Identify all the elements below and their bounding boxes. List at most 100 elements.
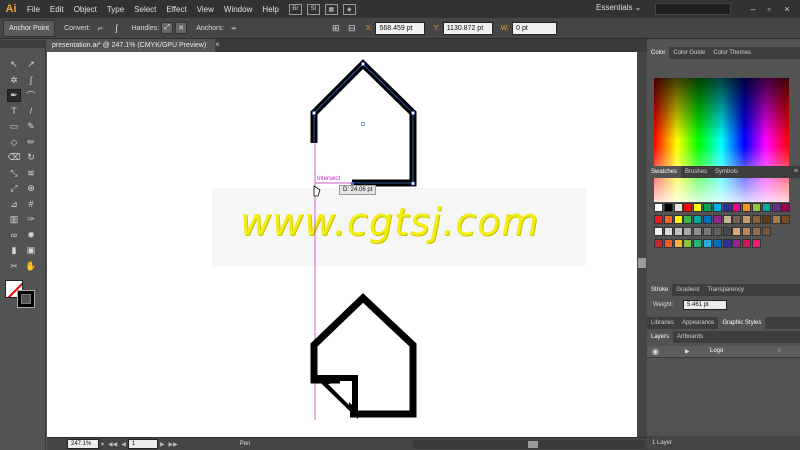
swatch[interactable] [683, 203, 693, 212]
swatch[interactable] [771, 215, 781, 224]
swatch[interactable] [673, 227, 683, 236]
swatch[interactable] [663, 227, 673, 236]
artboard-field[interactable]: 1 [127, 439, 158, 449]
weight-field[interactable]: 5.461 pt [683, 300, 727, 310]
swatch[interactable] [761, 203, 771, 212]
swatch[interactable] [712, 227, 722, 236]
swatch[interactable] [663, 215, 673, 224]
swatch[interactable] [654, 239, 663, 248]
swatch[interactable] [761, 227, 771, 236]
swatch[interactable] [761, 215, 771, 224]
swatch[interactable] [722, 239, 732, 248]
first-artboard-icon[interactable]: ◀◀ [108, 441, 117, 448]
tab-graphic-styles[interactable]: Graphic Styles [718, 317, 766, 329]
fold-inner [328, 384, 349, 405]
next-artboard-icon[interactable]: ▶ [160, 441, 165, 448]
status-tool: Pen [239, 441, 251, 447]
swatch[interactable] [752, 203, 761, 212]
swatch[interactable] [712, 239, 722, 248]
swatch[interactable] [673, 239, 683, 248]
swatch[interactable] [742, 215, 752, 224]
tab-artboards[interactable]: Artboards [673, 331, 707, 343]
tab-libraries[interactable]: Libraries [647, 317, 678, 329]
house-outline-bottom [310, 293, 417, 418]
libraries-panel-tabs: Libraries Appearance Graphic Styles [647, 317, 800, 329]
anchor-point [411, 111, 415, 115]
tab-stroke[interactable]: Stroke [647, 284, 673, 296]
swatch[interactable] [654, 203, 663, 212]
swatch[interactable] [732, 215, 742, 224]
tab-color-themes[interactable]: Color Themes [709, 47, 755, 59]
tab-layers[interactable]: Layers [647, 331, 674, 343]
tab-color-guide[interactable]: Color Guide [669, 47, 709, 59]
swatch[interactable] [712, 203, 722, 212]
swatch[interactable] [722, 203, 732, 212]
color-panel-tabs: Color Color Guide Color Themes [647, 47, 800, 59]
swatch[interactable] [654, 215, 663, 224]
swatch[interactable] [693, 239, 703, 248]
swatch[interactable] [683, 227, 693, 236]
swatch[interactable] [742, 203, 752, 212]
tab-transparency[interactable]: Transparency [703, 284, 747, 296]
swatch[interactable] [683, 215, 693, 224]
selected-path-highlight [313, 63, 414, 184]
tab-color[interactable]: Color [647, 47, 670, 59]
color-spectrum[interactable] [654, 78, 789, 202]
swatch[interactable] [722, 227, 732, 236]
swatch[interactable] [703, 215, 712, 224]
layers-panel-tabs: Layers Artboards [647, 331, 800, 343]
swatch[interactable] [693, 227, 703, 236]
swatch[interactable] [663, 239, 673, 248]
swatch[interactable] [663, 203, 673, 212]
layer-name[interactable]: Logo [710, 348, 723, 354]
zoom-dropdown-icon[interactable]: ▾ [101, 441, 104, 448]
swatch[interactable] [781, 215, 791, 224]
swatch[interactable] [703, 239, 712, 248]
house-outline-top [310, 59, 417, 187]
panel-menu-icon[interactable]: ≡ [794, 168, 798, 175]
swatches-panel-tabs: Swatches Brushes Symbols ≡ [647, 166, 800, 178]
swatch[interactable] [712, 215, 722, 224]
tab-swatches[interactable]: Swatches [647, 166, 682, 178]
swatch[interactable] [693, 203, 703, 212]
horizontal-scrollbar[interactable] [413, 440, 645, 449]
tab-brushes[interactable]: Brushes [681, 166, 711, 178]
swatch[interactable] [693, 215, 703, 224]
last-artboard-icon[interactable]: ▶▶ [169, 441, 178, 448]
expand-layer-icon[interactable]: ▶ [685, 348, 690, 355]
layer-target-icon[interactable]: ○ [777, 347, 781, 354]
status-bar: 247.1% ▾ ◀◀ ◀ 1 ▶ ▶▶ Pen [47, 437, 647, 450]
swatch[interactable] [673, 215, 683, 224]
swatch[interactable] [703, 203, 712, 212]
swatch[interactable] [654, 227, 663, 236]
layer-count: 1 Layer [652, 440, 673, 446]
swatch[interactable] [732, 239, 742, 248]
smart-guide-label: Intersect [317, 176, 341, 182]
swatch[interactable] [752, 215, 761, 224]
prev-artboard-icon[interactable]: ◀ [121, 441, 126, 448]
swatch[interactable] [673, 203, 683, 212]
swatch[interactable] [703, 227, 712, 236]
swatch[interactable] [781, 203, 791, 212]
zoom-field[interactable]: 247.1% [67, 439, 99, 449]
visibility-eye-icon[interactable]: ◉ [652, 347, 659, 356]
horizontal-scroll-thumb[interactable] [528, 441, 538, 448]
swatch[interactable] [683, 239, 693, 248]
layers-footer: 1 Layer [647, 436, 800, 450]
tab-appearance[interactable]: Appearance [678, 317, 718, 329]
layer-row[interactable]: ◉ ▶ Logo ○ [647, 346, 800, 358]
swatch[interactable] [732, 227, 742, 236]
swatch[interactable] [752, 239, 761, 248]
tab-gradient[interactable]: Gradient [672, 284, 703, 296]
tab-symbols[interactable]: Symbols [711, 166, 742, 178]
swatch[interactable] [771, 203, 781, 212]
swatch[interactable] [722, 215, 732, 224]
swatch[interactable] [732, 203, 742, 212]
right-panels: Color Color Guide Color Themes Swatches … [647, 40, 800, 450]
anchor-point [411, 181, 415, 186]
center-point [361, 122, 365, 126]
swatch[interactable] [742, 227, 752, 236]
swatch[interactable] [752, 227, 761, 236]
swatch[interactable] [742, 239, 752, 248]
anchor-point [312, 111, 316, 115]
